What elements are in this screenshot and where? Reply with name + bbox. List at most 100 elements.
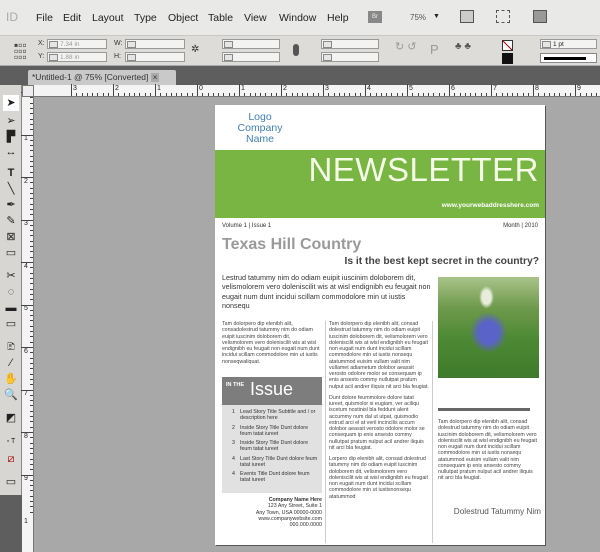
scale-y-field[interactable] — [222, 52, 280, 62]
zoom-tool-icon[interactable]: 🔍 — [3, 387, 19, 403]
ruler-tick — [480, 93, 482, 96]
direct-selection-tool-icon[interactable]: ➢ — [3, 113, 19, 129]
stroke-weight-field[interactable]: 1 pt — [540, 39, 597, 49]
align-icons[interactable]: ♣ ♣ — [455, 41, 471, 52]
ruler-tick — [202, 93, 204, 96]
ruler-label: 6 — [451, 85, 455, 92]
pen-tool-icon[interactable]: ✒ — [3, 197, 19, 213]
photo-caption: Dolestrud Tatummy Nim — [453, 507, 541, 516]
height-field[interactable] — [125, 52, 185, 62]
ruler-tick — [30, 251, 33, 253]
subheadline: Is it the best kept secret in the countr… — [344, 256, 539, 267]
menu-table[interactable]: Table — [208, 12, 233, 24]
toolbox: ➤ ➢ ▛ ↔ T ╲ ✒ ✎ ⊠ ▭ ✂ ◌ ▬ ▭ 🗈 ⁄ ✋ 🔍 ◩ ▫ … — [0, 85, 22, 552]
x-field[interactable]: 7.34 in — [47, 39, 107, 49]
ruler-tick — [30, 416, 33, 417]
ruler-label: 6 — [24, 347, 28, 355]
ruler-tick — [512, 93, 513, 96]
ruler-tick — [391, 93, 393, 96]
ruler-origin[interactable] — [22, 85, 34, 97]
issue-list-item: 2 Inside Story Title Dunt dolore feum tat… — [232, 425, 318, 438]
item-number: 2 — [232, 424, 235, 431]
logo-line: Name — [245, 133, 274, 145]
menu-window[interactable]: Window — [279, 12, 316, 24]
bridge-button[interactable]: Br — [368, 11, 382, 23]
ruler-tick — [30, 299, 33, 301]
ruler-tick — [338, 93, 340, 96]
ruler-tick — [30, 501, 33, 502]
menu-object[interactable]: Object — [168, 12, 198, 24]
reference-point-icon[interactable]: ▪▫▫ ▫▫▫ ▫▫▫ — [14, 39, 27, 63]
stroke-swatch[interactable] — [502, 53, 513, 64]
ruler-tick — [564, 93, 566, 96]
column3-text: Tam dolorpero dip elenibh alit, consad d… — [438, 419, 537, 482]
ruler-tick — [30, 426, 33, 428]
apply-none-icon[interactable]: ⧄ — [3, 451, 19, 467]
note-tool-icon[interactable]: 🗈 — [3, 339, 19, 355]
h-label: H: — [114, 53, 121, 60]
vertical-ruler[interactable]: 1 2 3 4 5 6 7 8 9 1 — [21, 85, 34, 552]
ruler-tick — [30, 442, 33, 444]
gradient-swatch-tool-icon[interactable]: ▬ — [3, 300, 19, 316]
line-tool-icon[interactable]: ╲ — [3, 181, 19, 197]
arrange-documents-icon[interactable] — [533, 10, 547, 23]
ruler-tick — [30, 182, 33, 184]
menu-type[interactable]: Type — [134, 12, 157, 24]
gradient-feather-tool-icon[interactable]: ▭ — [3, 316, 19, 332]
ruler-tick — [30, 479, 33, 481]
ruler-tick — [30, 490, 33, 492]
ruler-tick — [543, 93, 545, 96]
column2-paragraph: Lorpero dip elenibh alit, consad dolestr… — [329, 456, 428, 500]
pencil-tool-icon[interactable]: ✎ — [3, 213, 19, 229]
menu-layout[interactable]: Layout — [92, 12, 124, 24]
formatting-affects-icon[interactable]: ▫ T — [3, 434, 19, 450]
scale-x-field[interactable] — [222, 39, 280, 49]
item-number: 3 — [232, 440, 235, 446]
ruler-tick — [30, 267, 33, 269]
zoom-level-dropdown[interactable]: 75% — [410, 13, 426, 22]
page-tool-icon[interactable]: ▛ — [3, 129, 19, 145]
web-address: www.yourwebaddresshere.com — [441, 202, 539, 209]
width-field[interactable] — [125, 39, 185, 49]
ruler-tick — [181, 93, 183, 96]
rectangle-tool-icon[interactable]: ▭ — [3, 245, 19, 261]
horizontal-ruler[interactable]: 3 2 1 0 1 2 3 4 5 6 7 8 9 — [34, 84, 600, 97]
screen-mode-icon[interactable]: ▭ — [3, 474, 19, 490]
ruler-tick — [92, 93, 93, 96]
menu-file[interactable]: File — [36, 12, 53, 24]
fill-stroke-icon[interactable]: ◩ — [3, 410, 19, 426]
ruler-tick — [30, 155, 33, 157]
scissors-tool-icon[interactable]: ✂ — [3, 268, 19, 284]
ruler-tick — [548, 93, 550, 96]
document-tab[interactable]: *Untitled-1 @ 75% [Converted] × — [28, 70, 176, 85]
x-label: X: — [38, 40, 45, 47]
close-tab-icon[interactable]: × — [150, 73, 160, 82]
type-tool-icon[interactable]: T — [3, 165, 19, 181]
selection-tool-icon[interactable]: ➤ — [3, 95, 19, 111]
gap-tool-icon[interactable]: ↔ — [3, 144, 19, 160]
shear-field[interactable] — [321, 52, 379, 62]
column2-paragraph: Dunt dolore feummolore dolore tatat iure… — [329, 394, 425, 451]
hand-tool-icon[interactable]: ✋ — [3, 371, 19, 387]
y-field[interactable]: 1.88 in — [47, 52, 107, 62]
view-options-icon[interactable] — [496, 10, 510, 23]
ruler-tick — [30, 511, 33, 513]
ruler-tick — [30, 400, 33, 402]
eyedropper-tool-icon[interactable]: ⁄ — [3, 355, 19, 371]
rectangle-frame-tool-icon[interactable]: ⊠ — [3, 229, 19, 245]
ruler-label: 3 — [325, 85, 329, 92]
constrain-proportions-icon[interactable]: ✲ — [191, 44, 199, 55]
rotation-field[interactable] — [321, 39, 379, 49]
rotate-icons[interactable]: ↻ ↺ — [395, 40, 417, 53]
column2-paragraph: Tam dolorpero dip elenibh alit, consad d… — [329, 321, 429, 390]
menu-edit[interactable]: Edit — [63, 12, 81, 24]
link-icon[interactable] — [293, 44, 299, 56]
menu-help[interactable]: Help — [327, 12, 349, 24]
free-transform-tool-icon[interactable]: ◌ — [3, 284, 19, 300]
ruler-tick — [160, 93, 162, 96]
screen-mode-icon[interactable] — [460, 10, 474, 23]
ruler-tick — [401, 93, 403, 96]
fill-none-swatch[interactable] — [502, 40, 513, 51]
menu-view[interactable]: View — [244, 12, 267, 24]
stroke-type-dropdown[interactable] — [540, 53, 597, 63]
